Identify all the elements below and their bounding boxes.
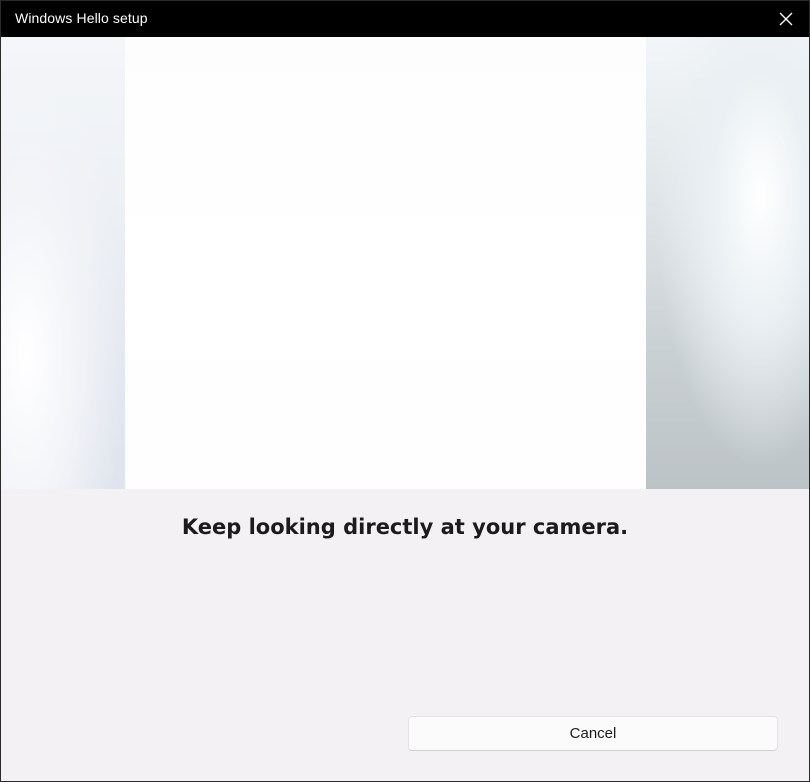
close-icon	[779, 12, 793, 26]
cancel-button[interactable]: Cancel	[408, 716, 778, 751]
camera-preview-right	[646, 37, 809, 489]
camera-preview	[1, 37, 809, 489]
window-title: Windows Hello setup	[15, 10, 148, 26]
close-button[interactable]	[763, 1, 809, 37]
title-bar: Windows Hello setup	[1, 1, 809, 37]
instruction-text: Keep looking directly at your camera.	[181, 515, 629, 539]
camera-preview-center	[125, 37, 646, 489]
camera-preview-left	[1, 37, 125, 489]
windows-hello-dialog: Windows Hello setup Keep looking directl…	[0, 0, 810, 782]
